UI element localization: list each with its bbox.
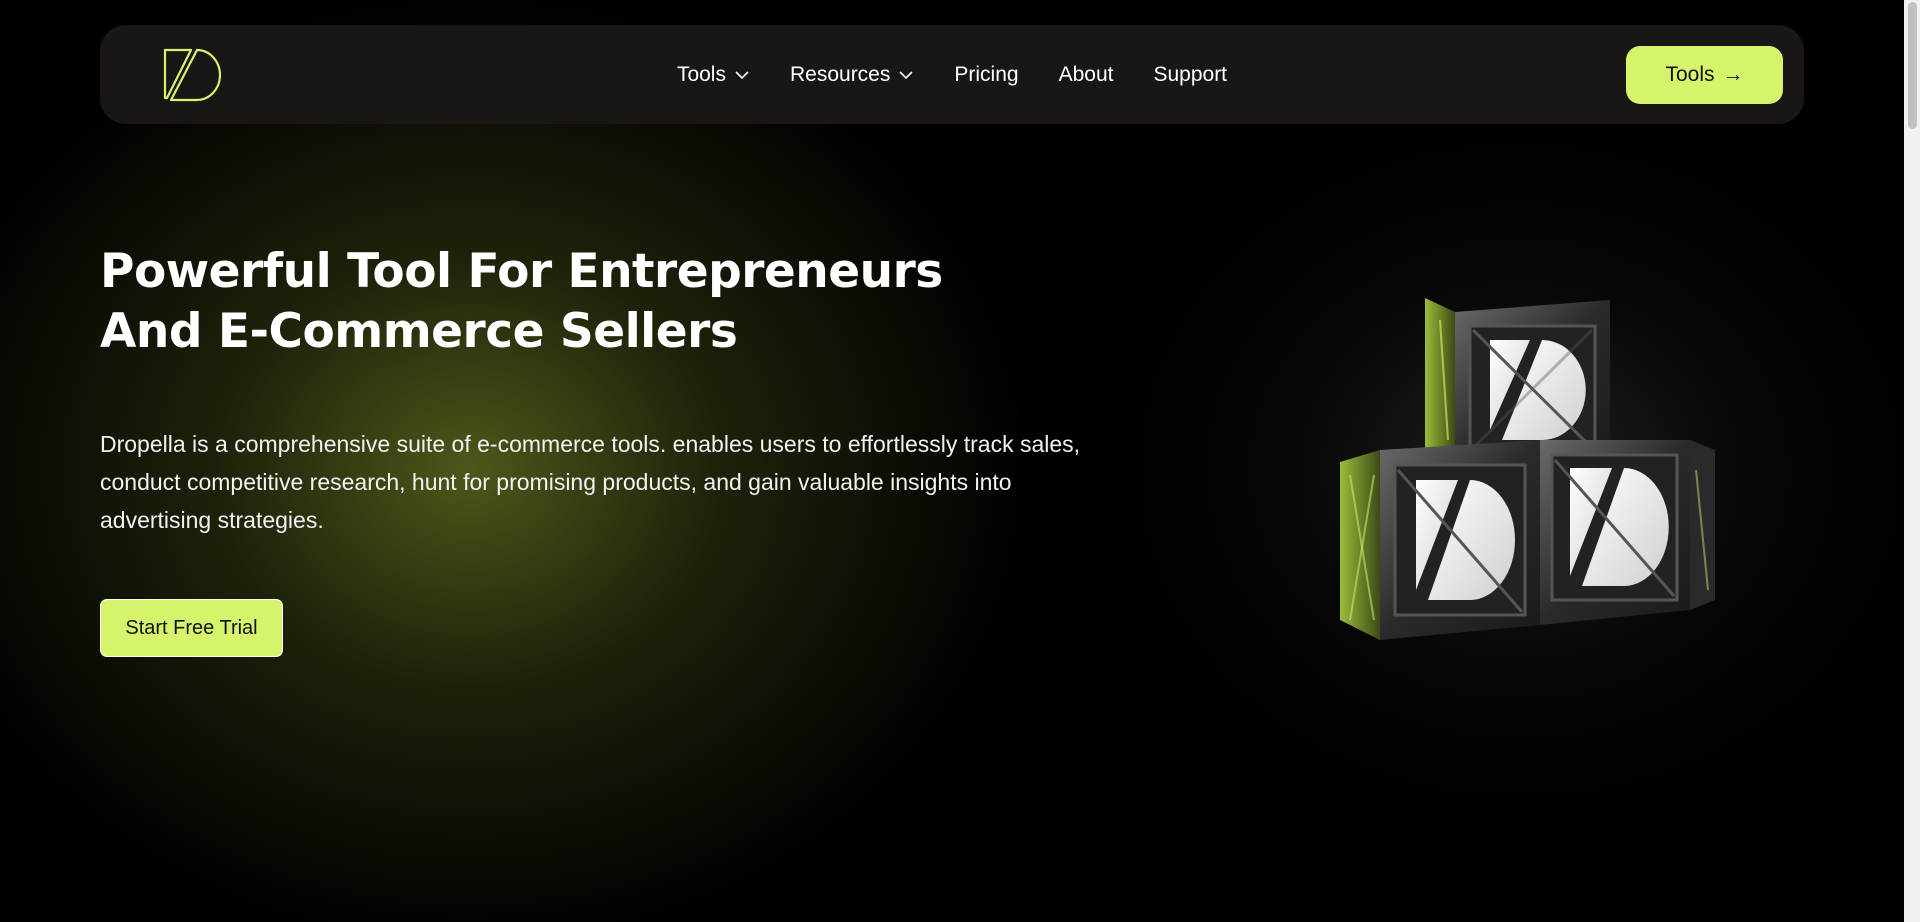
nav-item-about[interactable]: About xyxy=(1059,63,1114,87)
top-navbar: Tools Resources Pricing About Support To… xyxy=(100,25,1804,124)
bottom-left-cube xyxy=(1340,440,1540,640)
page-scrollbar[interactable] xyxy=(1904,0,1920,922)
tools-cta-label: Tools xyxy=(1665,63,1715,86)
scrollbar-thumb[interactable] xyxy=(1908,2,1917,129)
hero-description: Dropella is a comprehensive suite of e-c… xyxy=(100,431,1081,533)
nav-item-pricing[interactable]: Pricing xyxy=(954,63,1018,87)
nav-item-label: Support xyxy=(1153,62,1228,86)
bottom-right-cube xyxy=(1540,440,1715,625)
nav-item-label: About xyxy=(1058,62,1114,86)
chevron-down-icon xyxy=(735,70,749,79)
nav-item-resources[interactable]: Resources xyxy=(790,63,914,87)
chevron-down-icon xyxy=(899,70,913,79)
hero-title: Powerful Tool For Entrepreneurs And E-Co… xyxy=(100,242,1000,362)
nav-item-tools[interactable]: Tools xyxy=(677,63,750,87)
hero-title-line-2: And E-Commerce Sellers xyxy=(100,304,738,359)
nav-links: Tools Resources Pricing About Support xyxy=(100,25,1804,124)
tools-cta-button[interactable]: Tools → xyxy=(1626,46,1783,104)
nav-item-label: Resources xyxy=(789,62,891,86)
landing-page: Tools Resources Pricing About Support To… xyxy=(0,0,1920,922)
hero-title-line-1: Powerful Tool For Entrepreneurs xyxy=(100,244,943,299)
start-free-trial-button[interactable]: Start Free Trial xyxy=(100,599,283,657)
cubes-illustration xyxy=(1330,290,1720,650)
nav-item-label: Tools xyxy=(676,62,726,86)
nav-item-support[interactable]: Support xyxy=(1153,63,1227,87)
arrow-right-icon: → xyxy=(1722,63,1744,86)
nav-item-label: Pricing xyxy=(954,62,1019,86)
